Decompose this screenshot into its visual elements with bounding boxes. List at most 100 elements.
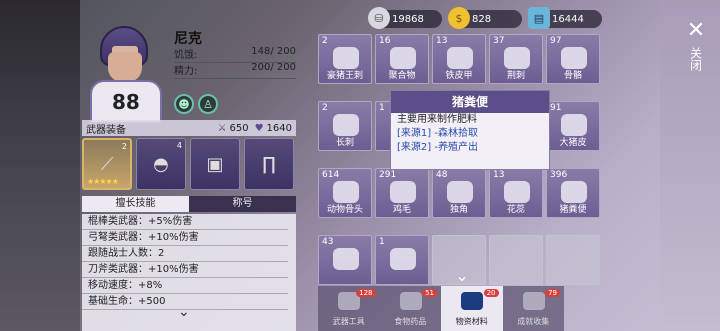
tab-skills[interactable]: 擅长技能 [82,196,189,212]
star-rating: ★★★★★ [87,177,119,186]
inventory-item[interactable]: 614 动物骨头 [318,168,372,218]
skill-item: 移动速度：+8% [82,278,288,294]
scroll-down-icon[interactable]: ⌄ [448,266,476,285]
character-portrait[interactable]: 88 [82,22,170,124]
level-badge: 4 [176,141,182,150]
item-name: 长刺 [335,138,354,148]
item-name: 独角 [449,205,468,215]
inventory-item[interactable]: 37 荆刺 [489,34,543,84]
skill-tabs: 擅长技能 称号 [82,196,296,212]
item-tooltip: 猪粪便 主要用来制作肥料 [来源1] -森林拾取 [来源2] -养殖产出 [390,90,550,170]
equipment-label: 武器装备 [86,124,126,136]
item-name: 猪粪便 [559,205,587,215]
inventory-item[interactable]: 97 骨骼 [546,34,600,84]
skill-item: 棍棒类武器：+5%伤害 [82,214,288,230]
item-count: 2 [322,103,328,113]
inventory-item[interactable]: 43 [318,235,372,285]
currency-value: 19868 [392,13,424,25]
inventory-empty-slot[interactable] [546,235,600,285]
tooltip-source: [来源1] -森林拾取 [397,128,478,139]
item-count: 13 [436,36,448,46]
item-name: 荆刺 [506,71,525,81]
pants-icon: ∏ [262,153,276,175]
item-count: 614 [322,170,340,180]
inventory-item[interactable]: 48 独角 [432,168,486,218]
buff-icons: ☻ ♙ [174,94,218,114]
item-icon [504,181,530,203]
equip-slot-helmet[interactable]: ◓ 4 [136,138,186,190]
inventory-item[interactable]: 291 鸡毛 [375,168,429,218]
close-label: 关闭 [688,47,703,71]
item-count: 13 [493,170,505,180]
jersey-art: 88 [90,80,162,124]
energy-stat: 精力: 200/ 200 [174,62,296,79]
item-count: 43 [322,237,334,247]
inventory-item[interactable]: 13 铁皮甲 [432,34,486,84]
hunger-value: 148/ 200 [251,46,296,57]
inventory-item[interactable]: 13 花蕊 [489,168,543,218]
inventory-item[interactable]: 2 豪猪王刺 [318,34,372,84]
coins-stack-icon: ⛁ [368,7,390,29]
equipment-slots: ⟋ 2 ★★★★★ ◓ 4 ▣ ∏ [82,138,296,190]
left-scenery [0,0,80,331]
currency-tickets: ▤ 16444 [528,7,602,29]
category-materials[interactable]: 20 物资材料 [441,286,503,331]
jersey-number: 88 [112,90,140,114]
ticket-icon: ▤ [528,7,550,29]
equip-slot-jersey[interactable]: ▣ [190,138,240,190]
skull-buff-icon[interactable]: ☻ [174,94,194,114]
count-badge: 128 [356,289,376,297]
category-achievements[interactable]: 79 成就收集 [503,286,565,331]
item-icon [333,181,359,203]
category-label: 物资材料 [455,317,488,326]
count-badge: 20 [483,289,499,297]
currency-value: 16444 [552,13,584,25]
inventory-empty-slot[interactable] [489,235,543,285]
item-count: 396 [550,170,568,180]
item-icon [333,47,359,69]
item-icon [561,181,587,203]
item-name: 大猪皮 [559,138,587,148]
currency-gold: $ 828 [448,7,522,29]
sword-icon: ⚔ [217,122,227,134]
food-icon [399,292,422,310]
level-badge: 2 [121,142,127,151]
skill-item: 弓弩类武器：+10%伤害 [82,230,288,246]
tooltip-description: 主要用来制作肥料 [397,114,477,125]
tab-title[interactable]: 称号 [189,196,296,212]
close-icon: ✕ [686,18,706,43]
energy-value: 200/ 200 [251,62,296,73]
item-count: 97 [550,36,562,46]
close-button[interactable]: ✕ 关闭 [678,18,714,88]
currency-coins: ⛁ 19868 [368,7,442,29]
category-food-medicine[interactable]: 51 食物药品 [380,286,442,331]
health-value: 1640 [266,122,292,134]
inventory-item[interactable]: 2 长刺 [318,101,372,151]
inventory-item[interactable]: 1 [375,235,429,285]
category-label: 食物药品 [394,317,427,326]
category-weapons-tools[interactable]: 128 武器工具 [318,286,380,331]
equip-slot-pants[interactable]: ∏ [244,138,294,190]
item-name: 豪猪王刺 [326,71,363,81]
character-card: 88 尼克 饥饿: 148/ 200 精力: 200/ 200 ☻ ♙ [82,22,298,124]
item-icon [447,47,473,69]
equip-slot-weapon[interactable]: ⟋ 2 ★★★★★ [82,138,132,190]
item-count: 91 [550,103,562,113]
attack-value: 650 [229,122,249,134]
helmet-icon: ◓ [153,153,169,175]
item-count: 2 [322,36,328,46]
item-icon [561,47,587,69]
chevron-down-icon[interactable]: ⌄ [178,304,190,320]
energy-label: 精力: [174,66,198,77]
inventory-item[interactable]: 91 大猪皮 [546,101,600,151]
tooltip-source: [来源2] -养殖产出 [397,142,478,153]
person-buff-icon[interactable]: ♙ [198,94,218,114]
materials-icon [461,292,483,310]
inventory-item[interactable]: 396 猪粪便 [546,168,600,218]
currency-value: 828 [472,13,492,25]
category-label: 成就收集 [517,317,550,326]
inventory-item[interactable]: 16 聚合物 [375,34,429,84]
item-icon [333,248,359,270]
hunger-label: 饥饿: [174,50,198,61]
item-icon [447,181,473,203]
